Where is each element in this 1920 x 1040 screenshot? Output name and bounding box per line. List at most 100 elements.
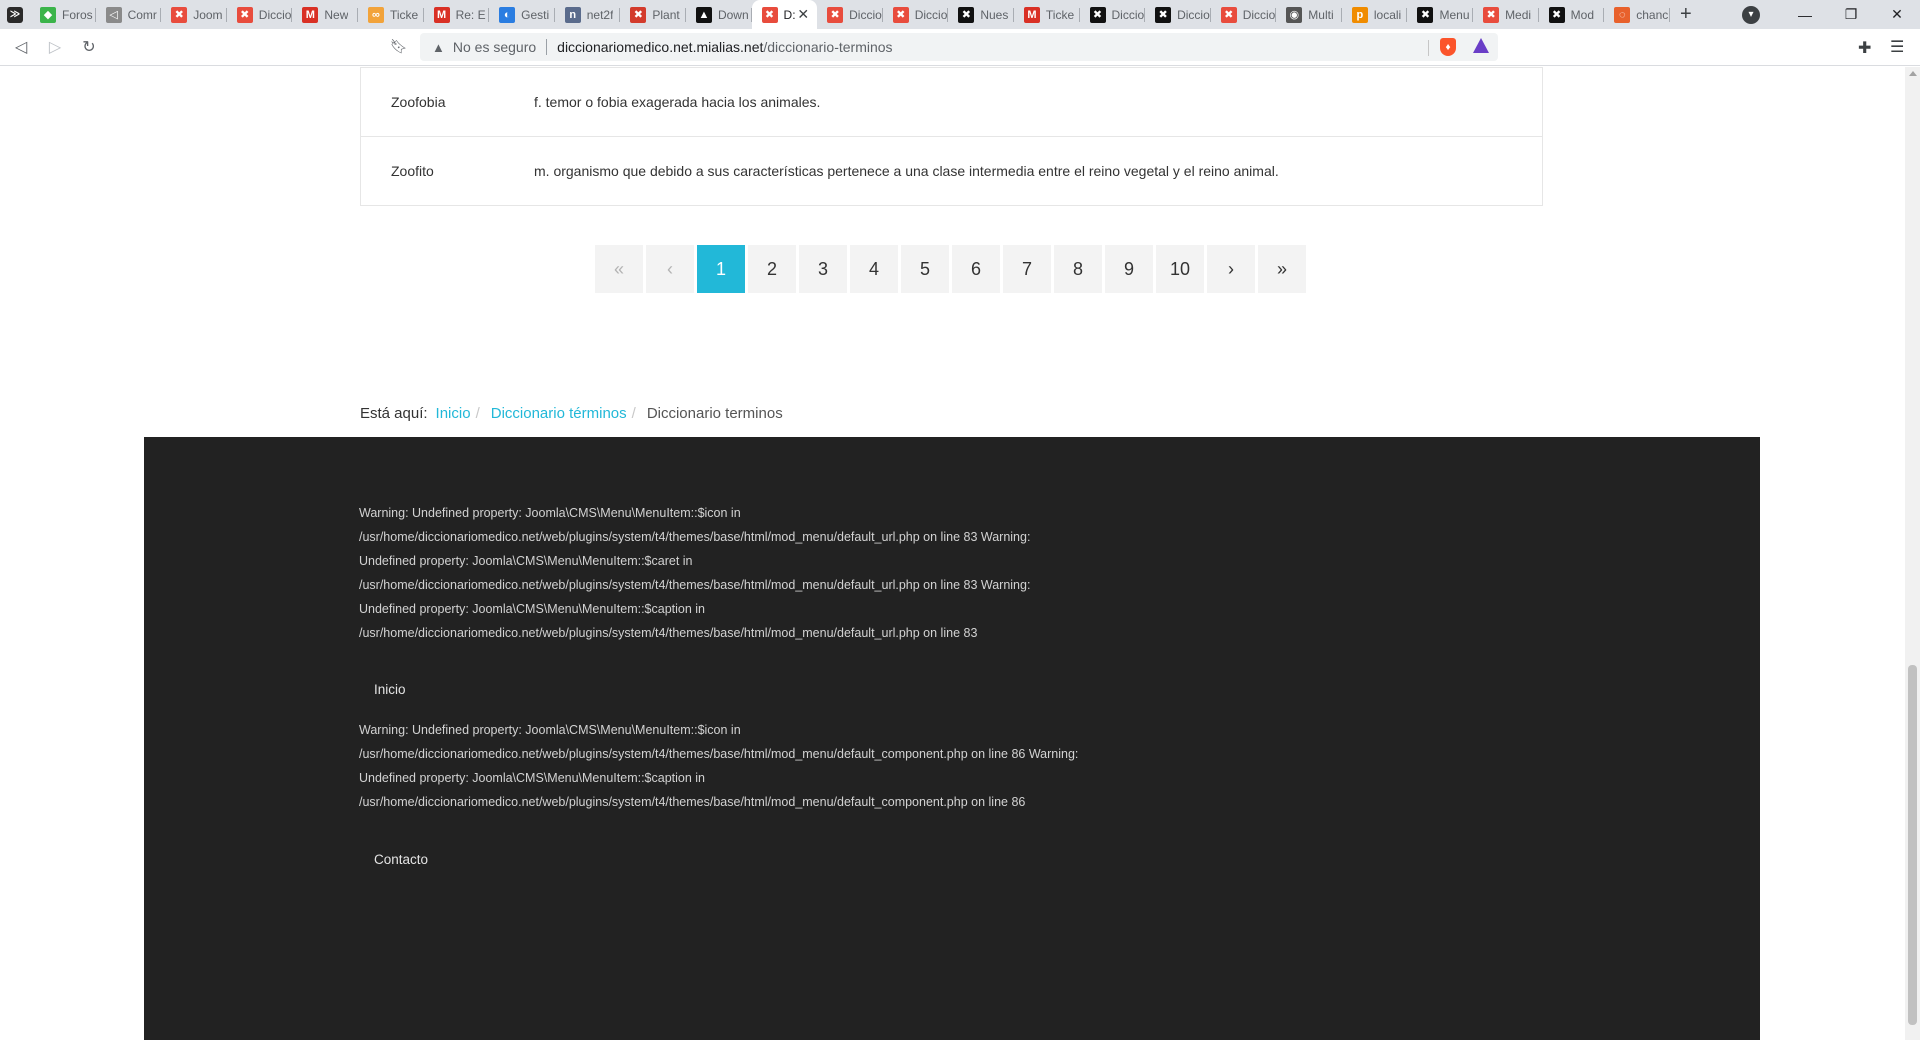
tab-favicon-icon: ✖	[171, 6, 188, 23]
php-warning-text: Warning: Undefined property: Joomla\CMS\…	[359, 723, 1079, 809]
restore-icon[interactable]: ❐	[1828, 6, 1874, 23]
browser-tab[interactable]: ✖ Diccio	[883, 0, 949, 29]
tab-favicon-icon: ✖	[236, 6, 253, 23]
page-button-2[interactable]: 2	[748, 245, 796, 293]
tab-title: D:	[783, 7, 796, 22]
page-scrollbar[interactable]	[1905, 67, 1920, 1040]
browser-tab[interactable]: ✖ Plant	[620, 0, 686, 29]
tab-title: Foros	[62, 7, 93, 22]
close-window-icon[interactable]: ✕	[1874, 6, 1920, 23]
page-button-5[interactable]: 5	[901, 245, 949, 293]
address-divider	[546, 39, 548, 55]
tab-favicon-icon: ✖	[1089, 6, 1106, 23]
address-bar[interactable]: ▲ No es seguro diccionariomedico.net.mia…	[420, 33, 1498, 61]
brave-shields-icon[interactable]: ♦	[1440, 38, 1456, 56]
browser-tab[interactable]: ◁ Comr	[96, 0, 162, 29]
browser-tab[interactable]: ✖ Diccio	[1145, 0, 1211, 29]
page-button-7[interactable]: 7	[1003, 245, 1051, 293]
browser-tab[interactable]: ✖ Diccio	[1211, 0, 1277, 29]
terms-table: Zoofobia f. temor o fobia exagerada haci…	[360, 67, 1543, 206]
browser-tab[interactable]: ◐ Gesti	[489, 0, 555, 29]
scrollbar-thumb[interactable]	[1908, 665, 1917, 1025]
next-page-button[interactable]: ›	[1207, 245, 1255, 293]
browser-tab[interactable]: ▲ Down	[686, 0, 752, 29]
footer-link-contacto[interactable]: Contacto	[374, 852, 428, 867]
breadcrumb-link-inicio[interactable]: Inicio	[436, 405, 471, 422]
browser-tab[interactable]: ∞ Ticke	[358, 0, 424, 29]
tab-strip: ≫ ◆ Foros ◁ Comr ✖ Joom ✖ Diccio M New ∞ Ticke M Re: …	[0, 0, 1920, 29]
browser-tab[interactable]: ✖ Mod	[1539, 0, 1605, 29]
browser-tab[interactable]: ✖ Diccio	[227, 0, 293, 29]
url-host: diccionariomedico.net.mialias.net	[557, 39, 764, 55]
browser-tab[interactable]: M Ticke	[1014, 0, 1080, 29]
browser-tab[interactable]: ✖ Menu	[1407, 0, 1473, 29]
term-word: Zoofobia	[391, 94, 446, 110]
browser-tab[interactable]: ✖ Diccio	[1080, 0, 1146, 29]
php-warning-text: Warning: Undefined property: Joomla\CMS\…	[359, 506, 1031, 640]
page-button-1[interactable]: 1	[697, 245, 745, 293]
breadcrumb-link-diccionario[interactable]: Diccionario términos	[491, 405, 627, 422]
tab-favicon-icon: ∞	[367, 6, 384, 23]
tab-title: Diccio	[849, 7, 882, 22]
page-button-3[interactable]: 3	[799, 245, 847, 293]
browser-tab[interactable]: ✖ Medi	[1473, 0, 1539, 29]
browser-tab[interactable]: M New	[292, 0, 358, 29]
page-button-6[interactable]: 6	[952, 245, 1000, 293]
tab-title: Comr	[127, 7, 157, 22]
brave-rewards-icon[interactable]	[1473, 38, 1489, 53]
back-icon[interactable]: ◁	[8, 34, 34, 60]
prev-page-button[interactable]: ‹	[646, 245, 694, 293]
term-definition: m. organismo que debido a sus caracterís…	[534, 163, 1279, 179]
browser-tab[interactable]: ◆ Foros	[30, 0, 96, 29]
browser-tab[interactable]: p locali	[1342, 0, 1408, 29]
tab-title: Nues	[980, 7, 1009, 22]
term-row: Zoofito m. organismo que debido a sus ca…	[361, 136, 1542, 205]
tab-title: Diccio	[1111, 7, 1145, 22]
page-button-8[interactable]: 8	[1054, 245, 1102, 293]
tab-favicon-icon: ◁	[105, 6, 122, 23]
hamburger-menu-icon[interactable]: ☰	[1890, 37, 1904, 57]
reload-icon[interactable]: ↻	[76, 34, 102, 60]
close-tab-icon[interactable]: ✕	[797, 6, 809, 23]
footer-link-inicio[interactable]: Inicio	[374, 682, 406, 697]
browser-menu-icon[interactable]: ≫	[0, 0, 30, 29]
tab-favicon-icon: ✖	[1220, 6, 1237, 23]
tab-title: Medi	[1505, 7, 1532, 22]
extensions-icon[interactable]: ✚	[1858, 38, 1871, 58]
bookmark-icon[interactable]: 🔖︎	[390, 38, 408, 55]
security-label[interactable]: No es seguro	[453, 39, 536, 55]
page-button-9[interactable]: 9	[1105, 245, 1153, 293]
browser-tab[interactable]: ✖ Nues	[948, 0, 1014, 29]
browser-tab[interactable]: ✖ D: ✕	[751, 0, 818, 29]
omnibox-divider	[1428, 40, 1429, 56]
tab-favicon-icon: ◆	[40, 6, 56, 23]
tab-title: Mod	[1570, 7, 1594, 22]
tab-title: locali	[1373, 7, 1402, 22]
tab-title: Plant	[652, 7, 680, 22]
tab-favicon-icon: ✖	[1417, 6, 1434, 23]
tab-favicon-icon: ✖	[1548, 6, 1565, 23]
tab-title: Diccio	[258, 7, 292, 22]
tab-search-icon[interactable]: ▾	[1742, 5, 1760, 24]
forward-icon[interactable]: ▷	[42, 34, 68, 60]
tab-title: Diccio	[1177, 7, 1210, 22]
warning-icon[interactable]: ▲	[432, 40, 445, 55]
tab-title: net2f	[586, 7, 614, 22]
page-button-10[interactable]: 10	[1156, 245, 1204, 293]
browser-tab[interactable]: M Re: E	[424, 0, 490, 29]
breadcrumb-separator: /	[475, 405, 480, 422]
tab-title: chanc	[1636, 7, 1669, 22]
browser-tab[interactable]: n net2f	[555, 0, 621, 29]
browser-tab[interactable]: ✖ Joom	[161, 0, 227, 29]
page-button-4[interactable]: 4	[850, 245, 898, 293]
browser-tab[interactable]: ◌ chanc	[1604, 0, 1670, 29]
last-page-button[interactable]: »	[1258, 245, 1306, 293]
minimize-icon[interactable]: —	[1782, 7, 1828, 23]
new-tab-button[interactable]: +	[1670, 3, 1702, 26]
browser-tab[interactable]: ◉ Multi	[1276, 0, 1342, 29]
tab-title: Joom	[193, 7, 223, 22]
browser-tab[interactable]: ✖ Diccio	[817, 0, 883, 29]
scroll-up-icon[interactable]	[1909, 71, 1917, 76]
first-page-button[interactable]: «	[595, 245, 643, 293]
tab-favicon-icon: ✖	[827, 6, 844, 23]
